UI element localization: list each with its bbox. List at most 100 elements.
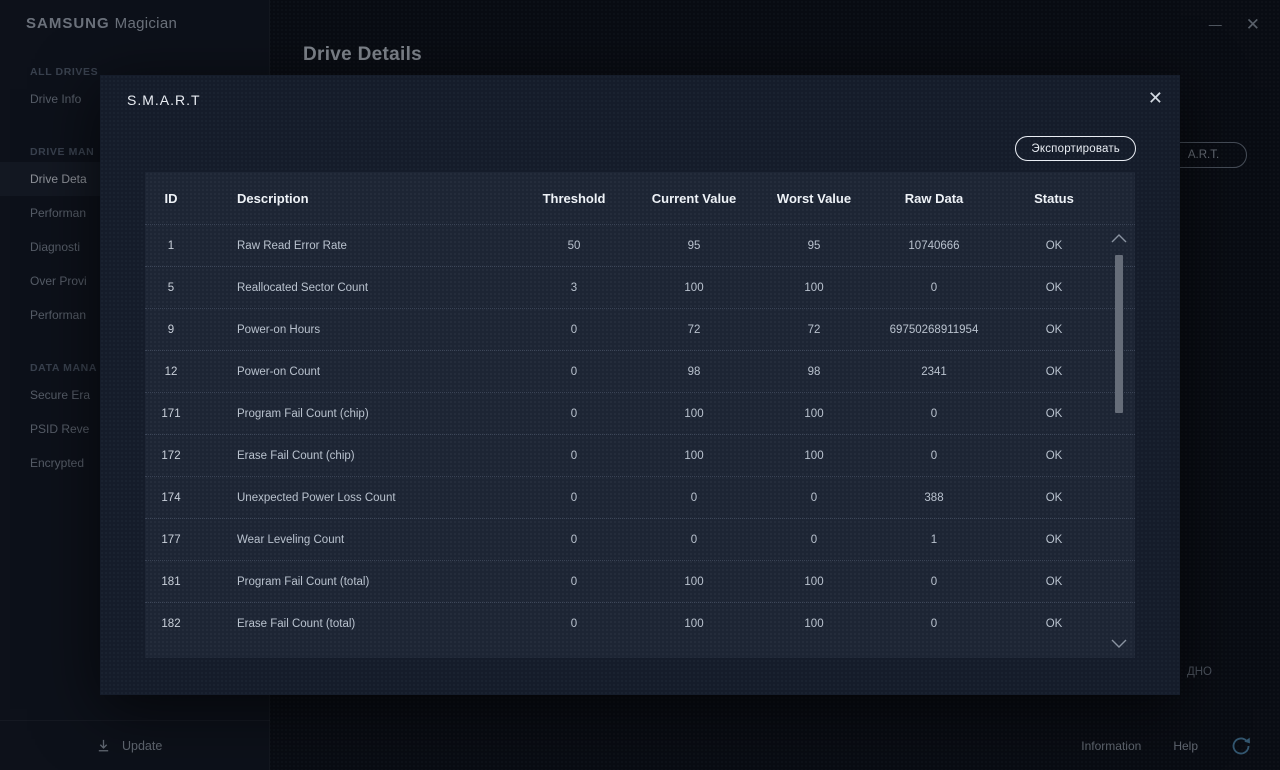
table-cell: 50 [567,239,581,252]
table-cell: Power-on Hours [237,323,321,336]
smart-table-header: ID Description Threshold Current Value Worst… [145,172,1135,224]
table-cell: 0 [570,449,578,462]
table-row[interactable]: 1 Raw Read Error Rate 50 95 95 10740666 OK [145,224,1135,266]
table-cell: 72 [687,323,701,336]
table-cell: Power-on Count [237,365,321,378]
table-cell: 100 [804,617,824,630]
column-header: Worst Value [776,190,852,206]
table-cell: Wear Leveling Count [237,533,345,546]
table-row[interactable]: 182 Erase Fail Count (total) 0 100 100 0 OK [145,602,1135,644]
table-cell: 177 [161,533,181,546]
table-row[interactable]: 177 Wear Leveling Count 0 0 0 1 OK [145,518,1135,560]
table-cell: 100 [684,617,704,630]
table-cell: 182 [161,617,181,630]
table-cell: 388 [924,491,944,504]
smart-table: ID Description Threshold Current Value Worst… [145,172,1135,658]
table-row[interactable]: 9 Power-on Hours 0 72 72 69750268911954 OK [145,308,1135,350]
table-cell: 9 [167,323,175,336]
scrollbar-track[interactable] [1115,249,1123,631]
table-cell: 0 [690,491,698,504]
column-header: Status [1034,190,1074,206]
table-cell: OK [1045,365,1063,378]
smart-modal: S.M.A.R.T ✕ Экспортировать ID Description… [100,75,1180,695]
table-cell: 0 [930,575,938,588]
table-cell: 171 [161,407,181,420]
table-cell: OK [1045,533,1063,546]
table-cell: Raw Read Error Rate [237,239,347,252]
table-scrollbar[interactable] [1110,231,1128,649]
column-header: Current Value [651,190,737,206]
table-cell: OK [1045,617,1063,630]
modal-title: S.M.A.R.T [127,92,201,108]
scrollbar-thumb[interactable] [1115,255,1123,413]
smart-table-body: 1 Raw Read Error Rate 50 95 95 10740666 OK 5 Rea… [145,224,1135,644]
table-cell: 0 [930,281,938,294]
table-cell: Program Fail Count (chip) [237,407,369,420]
table-cell: 174 [161,491,181,504]
table-cell: 0 [690,533,698,546]
table-cell: OK [1045,323,1063,336]
table-cell: 12 [164,365,178,378]
table-cell: 0 [810,533,818,546]
scroll-down-icon[interactable] [1110,637,1128,649]
table-cell: 2341 [921,365,947,378]
table-cell: 100 [684,281,704,294]
table-cell: 3 [570,281,578,294]
table-cell: 1 [930,533,938,546]
table-row[interactable]: 172 Erase Fail Count (chip) 0 100 100 0 OK [145,434,1135,476]
table-cell: 72 [807,323,821,336]
table-cell: Erase Fail Count (chip) [237,449,355,462]
column-header: Description [237,190,309,206]
table-cell: 0 [930,449,938,462]
column-header: Raw Data [904,190,964,206]
table-cell: 0 [570,617,578,630]
table-cell: 0 [930,407,938,420]
column-header: Threshold [542,190,606,206]
table-cell: 5 [167,281,175,294]
table-cell: 172 [161,449,181,462]
table-cell: 100 [684,449,704,462]
table-cell: 100 [684,407,704,420]
table-cell: 0 [570,323,578,336]
table-cell: 100 [804,449,824,462]
table-row[interactable]: 174 Unexpected Power Loss Count 0 0 0 388 OK [145,476,1135,518]
table-cell: Reallocated Sector Count [237,281,369,294]
scroll-up-icon[interactable] [1110,231,1128,243]
table-cell: OK [1045,449,1063,462]
table-cell: 100 [804,281,824,294]
table-cell: 98 [687,365,701,378]
app-window: SAMSUNG Magician ALL DRIVES Drive Info DRIV… [0,0,1280,770]
table-cell: OK [1045,575,1063,588]
table-row[interactable]: 12 Power-on Count 0 98 98 2341 OK [145,350,1135,392]
table-cell: 0 [930,617,938,630]
table-cell: 95 [687,239,701,252]
table-cell: 0 [810,491,818,504]
table-cell: 0 [570,407,578,420]
table-cell: 10740666 [908,239,960,252]
table-cell: 1 [167,239,175,252]
table-cell: 0 [570,491,578,504]
table-cell: OK [1045,407,1063,420]
table-row[interactable]: 171 Program Fail Count (chip) 0 100 100 0 OK [145,392,1135,434]
table-cell: OK [1045,281,1063,294]
column-header: ID [164,190,178,206]
export-button[interactable]: Экспортировать [1015,136,1136,161]
table-cell: 100 [684,575,704,588]
table-cell: OK [1045,239,1063,252]
table-row[interactable]: 5 Reallocated Sector Count 3 100 100 0 OK [145,266,1135,308]
table-cell: 100 [804,575,824,588]
table-cell: 100 [804,407,824,420]
table-cell: Erase Fail Count (total) [237,617,356,630]
table-cell: 181 [161,575,181,588]
table-cell: 98 [807,365,821,378]
table-cell: 69750268911954 [889,323,979,336]
table-row[interactable]: 181 Program Fail Count (total) 0 100 100 0 OK [145,560,1135,602]
table-cell: OK [1045,491,1063,504]
table-cell: 0 [570,575,578,588]
table-cell: Program Fail Count (total) [237,575,370,588]
table-cell: Unexpected Power Loss Count [237,491,396,504]
table-cell: 0 [570,533,578,546]
table-cell: 0 [570,365,578,378]
modal-close-icon[interactable]: ✕ [1148,88,1163,109]
table-cell: 95 [807,239,821,252]
